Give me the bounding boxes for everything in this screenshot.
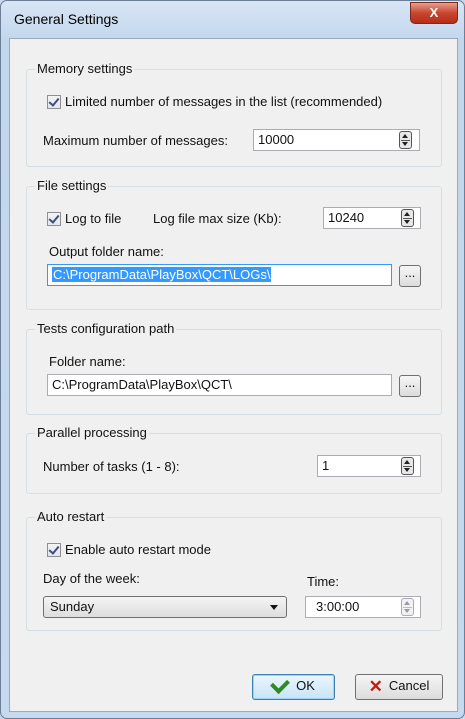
group-legend: Auto restart	[35, 509, 107, 524]
max-messages-input[interactable]: 10000	[253, 129, 420, 151]
log-max-size-spinner[interactable]	[401, 209, 414, 227]
window-title: General Settings	[14, 11, 119, 27]
auto-restart-label[interactable]: Enable auto restart mode	[65, 542, 211, 557]
max-messages-spinner[interactable]	[399, 131, 412, 149]
cancel-button[interactable]: ✕ Cancel	[355, 674, 443, 700]
auto-restart-checkbox[interactable]	[47, 543, 61, 557]
log-max-size-label: Log file max size (Kb):	[153, 211, 282, 226]
max-messages-label: Maximum number of messages:	[43, 133, 228, 148]
close-icon: X	[429, 5, 439, 20]
output-folder-value: C:\ProgramData\PlayBox\QCT\LOGs\	[52, 267, 272, 282]
log-to-file-checkbox[interactable]	[47, 212, 61, 226]
checkmark-icon	[270, 673, 290, 694]
time-spinner[interactable]	[401, 598, 414, 616]
close-button[interactable]: X	[410, 2, 458, 24]
settings-window: General Settings X Memory settings Limit…	[0, 0, 465, 719]
tasks-spinner[interactable]	[401, 457, 414, 475]
group-legend: Tests configuration path	[35, 321, 177, 336]
group-legend: File settings	[35, 178, 109, 193]
folder-name-browse-button[interactable]: ...	[399, 375, 421, 397]
title-bar[interactable]: General Settings X	[1, 1, 464, 37]
folder-name-label: Folder name:	[49, 354, 126, 369]
time-label: Time:	[307, 574, 340, 589]
cancel-label: Cancel	[388, 678, 430, 693]
red-x-icon: ✕	[368, 676, 383, 696]
auto-restart-group: Auto restart Enable auto restart mode Da…	[26, 509, 442, 631]
dialog-body: Memory settings Limited number of messag…	[9, 38, 458, 712]
log-to-file-label[interactable]: Log to file	[65, 211, 121, 226]
parallel-processing-group: Parallel processing Number of tasks (1 -…	[26, 425, 442, 494]
ok-button[interactable]: OK	[252, 673, 335, 700]
chevron-down-icon	[270, 605, 278, 610]
folder-name-input[interactable]: C:\ProgramData\PlayBox\QCT\	[47, 374, 392, 396]
day-of-week-label: Day of the week:	[43, 571, 140, 586]
tasks-label: Number of tasks (1 - 8):	[43, 459, 180, 474]
file-settings-group: File settings Log to file Log file max s…	[26, 178, 442, 310]
output-folder-input[interactable]: C:\ProgramData\PlayBox\QCT\LOGs\	[47, 264, 392, 286]
memory-settings-group: Memory settings Limited number of messag…	[26, 61, 442, 167]
output-folder-label: Output folder name:	[49, 244, 164, 259]
output-folder-browse-button[interactable]: ...	[399, 265, 421, 287]
limit-messages-checkbox[interactable]	[47, 95, 61, 109]
tests-config-group: Tests configuration path Folder name: C:…	[26, 321, 442, 415]
day-of-week-value: Sunday	[50, 599, 95, 614]
group-legend: Parallel processing	[35, 425, 149, 440]
ok-label: OK	[296, 678, 315, 693]
day-of-week-select[interactable]: Sunday	[43, 596, 287, 618]
limit-messages-label[interactable]: Limited number of messages in the list (…	[65, 94, 382, 109]
group-legend: Memory settings	[35, 61, 135, 76]
